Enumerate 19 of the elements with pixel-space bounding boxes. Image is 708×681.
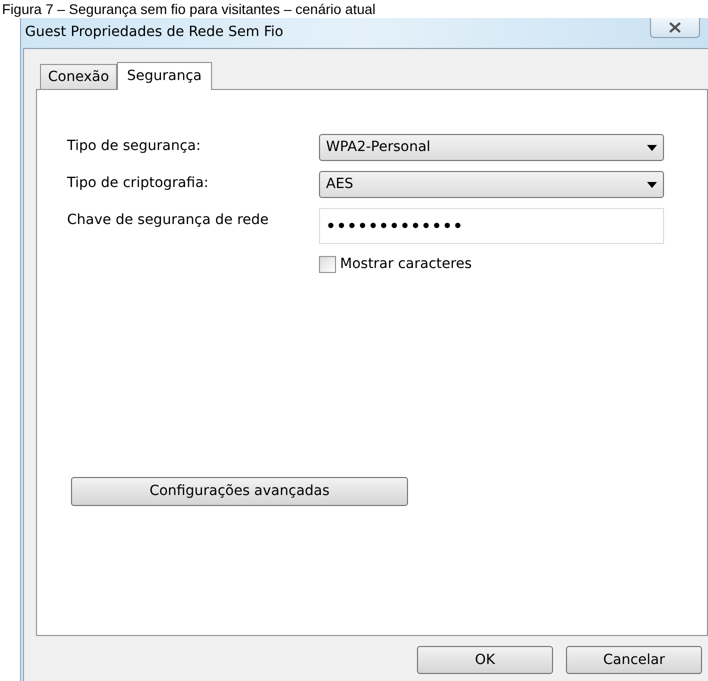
field-label: Tipo de criptografia:	[67, 174, 210, 191]
window-title: Guest Propriedades de Rede Sem Fio	[24, 23, 284, 42]
caret-icon	[647, 144, 657, 150]
field-label: Tipo de segurança:	[67, 137, 202, 154]
dialog-button[interactable]: OK	[417, 646, 553, 674]
dialog-button[interactable]: Cancelar	[566, 646, 702, 674]
caret-icon	[647, 182, 657, 188]
password-field[interactable]: •••••••••••••	[319, 208, 664, 244]
close-button[interactable]	[650, 18, 700, 38]
tab[interactable]: Conexão	[40, 64, 118, 89]
advanced-settings-button[interactable]: Configurações avançadas	[71, 477, 408, 506]
close-icon	[668, 22, 682, 33]
dropdown[interactable]: AES	[319, 171, 664, 198]
checkbox-label: Mostrar caracteres	[340, 255, 472, 274]
tab[interactable]: Segurança	[117, 62, 212, 90]
checkbox[interactable]	[319, 256, 336, 273]
dropdown[interactable]: WPA2-Personal	[319, 134, 664, 161]
field-label: Chave de segurança de rede	[67, 211, 270, 228]
figure-caption: Figura 7 – Segurança sem fio para visitantes – cenário atual	[1, 0, 377, 18]
